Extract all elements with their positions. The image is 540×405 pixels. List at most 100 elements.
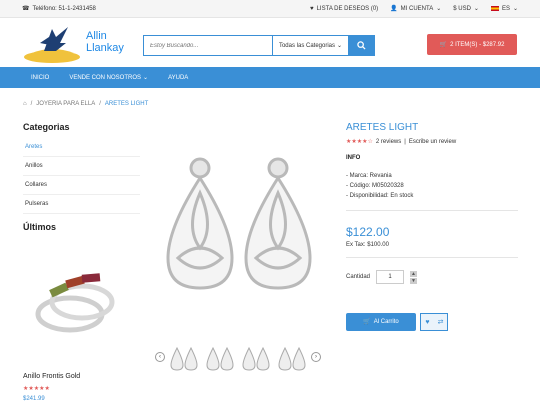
wishlist-link[interactable]: ♥ LISTA DE DESEOS (0) <box>310 6 378 12</box>
chevron-down-icon: ⌄ <box>512 5 518 12</box>
search-input[interactable] <box>144 36 272 55</box>
account-label: MI CUENTA <box>400 5 434 12</box>
add-wishlist-button[interactable]: ♥ <box>421 314 434 330</box>
qty-up-icon[interactable]: ▲ <box>410 270 418 277</box>
qty-down-icon[interactable]: ▼ <box>410 277 418 284</box>
thumbnail-carousel: ‹ › <box>155 340 325 374</box>
brand-line1: Allin <box>86 29 107 42</box>
breadcrumb-sep: / <box>30 101 33 107</box>
main-nav: INICIO VENDE CON NOSOTROS ⌄ AYUDA <box>0 67 540 88</box>
divider <box>346 257 518 258</box>
reviews-link[interactable]: 2 reviews <box>376 139 401 145</box>
info-brand: - Marca: Revania <box>346 173 392 179</box>
currency-label: $ USD <box>453 5 471 12</box>
top-bar: ☎ Teléfono: 51-1-2431458 ♥ LISTA DE DESE… <box>0 0 540 18</box>
breadcrumb-level1[interactable]: JOYERIA PARA ELLA <box>36 101 95 107</box>
add-to-cart-button[interactable]: 🛒 Al Carrito <box>346 313 416 331</box>
cart-button[interactable]: 🛒 2 ITEM(S) - $287.92 <box>427 34 517 55</box>
quantity-label: Cantidad <box>346 274 371 280</box>
thumbnail[interactable] <box>203 340 237 374</box>
chevron-down-icon: ⌄ <box>337 42 343 49</box>
home-icon[interactable]: ⌂ <box>23 101 27 107</box>
next-thumb-button[interactable]: › <box>311 352 321 362</box>
earring-thumb-image <box>278 346 306 371</box>
prev-thumb-button[interactable]: ‹ <box>155 352 165 362</box>
latest-title: Últimos <box>23 222 57 232</box>
info-title: INFO <box>346 155 361 161</box>
latest-product-price: $241.99 <box>23 396 45 402</box>
write-review-link[interactable]: Escribe un review <box>409 139 456 145</box>
quantity-stepper[interactable]: ▲ ▼ <box>410 270 418 284</box>
language-dropdown[interactable]: ES ⌄ <box>490 5 518 12</box>
search-icon <box>356 41 366 50</box>
earring-thumb-image <box>170 346 198 371</box>
latest-product-stars: ★★★★★ <box>23 386 50 392</box>
phone-text: Teléfono: 51-1-2431458 <box>32 5 96 12</box>
chevron-down-icon: ⌄ <box>143 74 149 81</box>
product-title: ARETES LIGHT <box>346 122 419 133</box>
category-item-pulseras[interactable]: Pulseras <box>23 195 140 214</box>
cart-label: 2 ITEM(S) - $287.92 <box>450 41 505 48</box>
categories-title: Categorias <box>23 122 70 132</box>
thumbnail[interactable] <box>275 340 309 374</box>
chevron-down-icon: ⌄ <box>473 5 479 12</box>
category-label: Todas las Categorias <box>278 42 335 49</box>
spain-flag-icon <box>490 6 499 11</box>
category-item-aretes[interactable]: Aretes <box>23 138 140 157</box>
eagle-logo-icon <box>24 26 80 63</box>
nav-ayuda[interactable]: AYUDA <box>168 75 188 81</box>
latest-product-image[interactable] <box>30 262 120 342</box>
nav-vende-label: VENDE CON NOSOTROS <box>69 74 142 81</box>
divider <box>346 210 518 211</box>
earring-thumb-image <box>242 346 270 371</box>
category-item-collares[interactable]: Collares <box>23 176 140 195</box>
brand-line2: Llankay <box>86 41 124 54</box>
language-label: ES <box>501 5 510 12</box>
rating-sep: | <box>404 138 406 145</box>
cart-icon: 🛒 <box>439 41 448 48</box>
heart-icon: ♥ <box>310 5 314 12</box>
heart-icon: ♥ <box>425 318 430 326</box>
add-actions: 🛒 Al Carrito ♥ ⇄ <box>346 313 448 331</box>
product-extax: Ex Tax: $100.00 <box>346 242 389 248</box>
info-availability: - Disponibilidad: En stock <box>346 193 414 199</box>
thumbnail[interactable] <box>167 340 201 374</box>
breadcrumb-sep: / <box>99 101 101 107</box>
exchange-icon: ⇄ <box>437 319 444 326</box>
rating-stars: ★★★★☆ <box>346 139 373 145</box>
logo[interactable]: Allin Llankay <box>22 21 132 65</box>
latest-product-name[interactable]: Anillo Frontis Gold <box>23 373 80 380</box>
product-details: ARETES LIGHT ★★★★☆ 2 reviews | Escribe u… <box>346 122 518 284</box>
product-price: $122.00 <box>346 225 390 239</box>
add-to-cart-label: Al Carrito <box>373 319 399 325</box>
user-icon: 👤 <box>390 5 398 12</box>
phone-info: ☎ Teléfono: 51-1-2431458 <box>22 6 96 12</box>
sidebar: Categorias Aretes Anillos Collares Pulse… <box>23 122 140 214</box>
brand-name: Allin Llankay <box>86 30 124 54</box>
info-list: - Marca: Revania - Código: M05020328 - D… <box>346 171 518 201</box>
quantity-input[interactable]: 1 <box>376 270 405 284</box>
product-main-image[interactable] <box>150 148 330 296</box>
earring-thumb-image <box>206 346 234 371</box>
account-dropdown[interactable]: 👤 MI CUENTA ⌄ <box>390 6 441 12</box>
product-rating: ★★★★☆ 2 reviews | Escribe un review <box>346 138 518 146</box>
breadcrumb: ⌂ / JOYERIA PARA ELLA / ARETES LIGHT <box>23 101 148 107</box>
info-code: - Código: M05020328 <box>346 183 404 189</box>
nav-vende[interactable]: VENDE CON NOSOTROS ⌄ <box>69 75 148 81</box>
cart-icon: 🛒 <box>363 319 371 325</box>
thumbnail[interactable] <box>239 340 273 374</box>
wishlist-compare-group: ♥ ⇄ <box>420 313 448 331</box>
phone-icon: ☎ <box>22 5 30 12</box>
wishlist-label: LISTA DE DESEOS (0) <box>316 5 379 12</box>
chevron-down-icon: ⌄ <box>436 5 442 12</box>
search-button[interactable] <box>348 36 374 55</box>
search-bar: Todas las Categorias ⌄ <box>143 35 375 56</box>
category-item-anillos[interactable]: Anillos <box>23 157 140 176</box>
category-select[interactable]: Todas las Categorias ⌄ <box>272 36 348 55</box>
nav-inicio[interactable]: INICIO <box>31 75 49 81</box>
quantity-row: Cantidad 1 ▲ ▼ <box>346 270 518 284</box>
category-list: Aretes Anillos Collares Pulseras <box>23 138 140 214</box>
breadcrumb-level2[interactable]: ARETES LIGHT <box>105 101 148 107</box>
currency-dropdown[interactable]: $ USD ⌄ <box>453 6 479 12</box>
compare-button[interactable]: ⇄ <box>434 314 447 330</box>
